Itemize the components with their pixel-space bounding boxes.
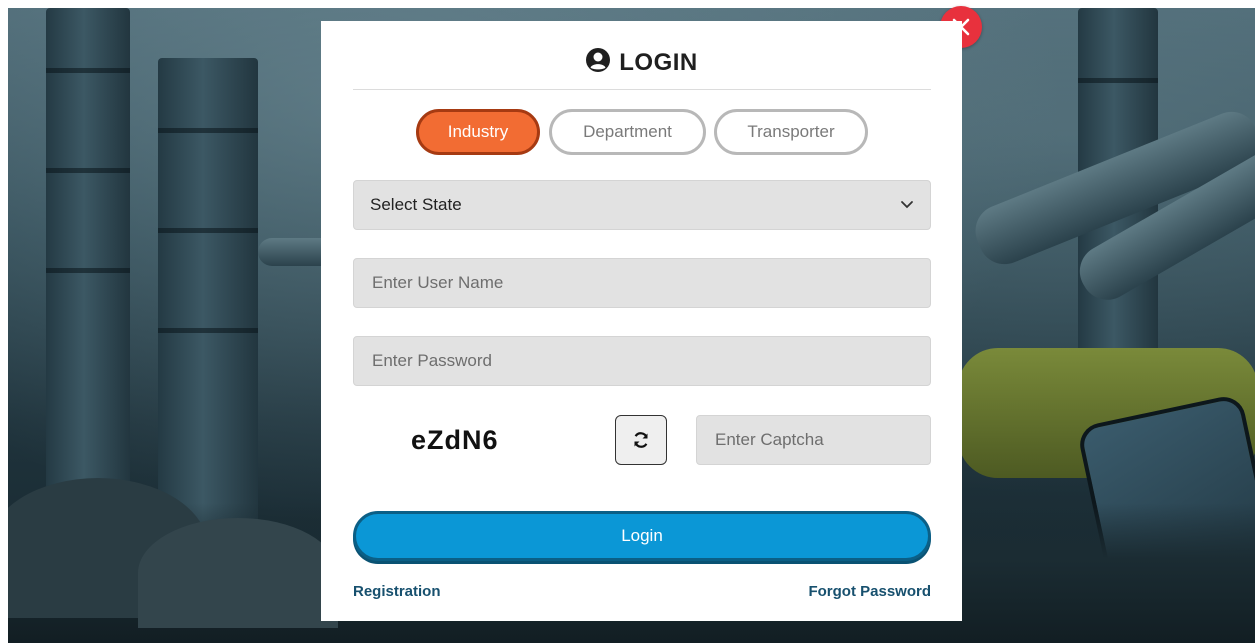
password-field-wrapper — [353, 336, 931, 386]
refresh-captcha-button[interactable] — [615, 415, 667, 465]
login-type-tabs: Industry Department Transporter — [321, 109, 962, 161]
chevron-down-icon — [901, 201, 913, 209]
tab-industry[interactable]: Industry — [416, 109, 540, 155]
user-circle-icon — [586, 48, 611, 72]
state-select[interactable]: Select State — [353, 180, 931, 230]
title-divider — [353, 89, 931, 90]
refresh-icon — [634, 432, 648, 448]
title-text: LOGIN — [619, 49, 698, 76]
login-modal: LOGIN Industry Department Transporter Se… — [321, 21, 962, 621]
username-input[interactable] — [370, 272, 914, 294]
captcha-field-wrapper — [696, 415, 931, 465]
captcha-code: eZdN6 — [411, 425, 499, 455]
login-button[interactable]: Login — [353, 511, 931, 561]
username-field-wrapper — [353, 258, 931, 308]
captcha-input[interactable] — [713, 429, 914, 451]
registration-link[interactable]: Registration — [353, 583, 441, 600]
state-select-value: Select State — [370, 195, 462, 214]
password-input[interactable] — [370, 350, 914, 372]
modal-title: LOGIN — [321, 47, 962, 77]
tab-department[interactable]: Department — [549, 109, 706, 155]
forgot-password-link[interactable]: Forgot Password — [808, 583, 931, 600]
tab-transporter[interactable]: Transporter — [714, 109, 868, 155]
